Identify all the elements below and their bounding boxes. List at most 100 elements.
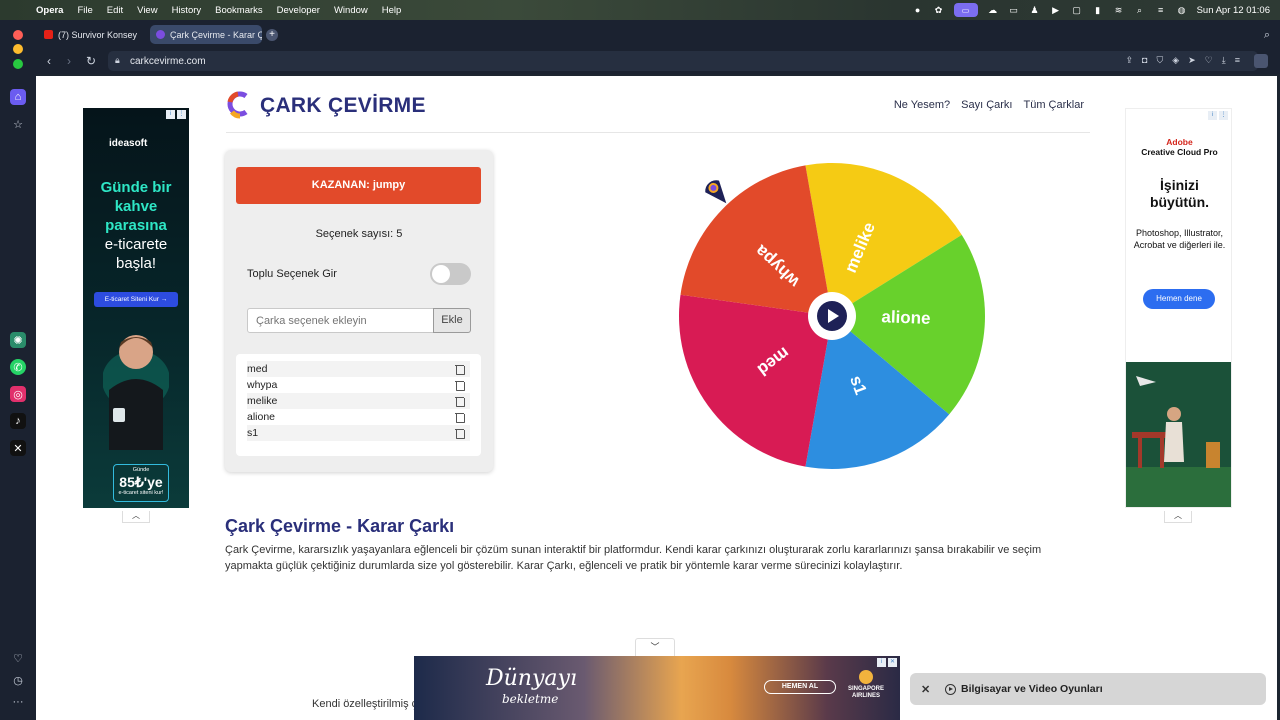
ad-info-icon[interactable]: i	[166, 110, 175, 119]
ad-info-icon[interactable]: i	[1208, 111, 1217, 120]
trash-icon[interactable]	[455, 380, 465, 391]
option-count: Seçenek sayısı: 5	[315, 228, 403, 240]
ad-close-icon[interactable]: ⋮	[177, 110, 186, 119]
trash-icon[interactable]	[455, 428, 465, 439]
menu-bookmarks[interactable]: Bookmarks	[215, 5, 263, 16]
bulk-entry-toggle[interactable]	[430, 263, 471, 285]
menu-window[interactable]: Window	[334, 5, 368, 16]
adobe-brand-line: Creative Cloud Pro	[1141, 147, 1218, 157]
bottom-ad-collapse-button[interactable]: ﹀	[635, 638, 675, 656]
bookmark-heart-icon[interactable]: ♡	[1205, 55, 1213, 66]
left-ad-collapse-button[interactable]: ︿	[122, 511, 150, 523]
forward-button[interactable]: ›	[62, 54, 76, 68]
menu-app-name[interactable]: Opera	[36, 5, 63, 16]
status-circle-icon[interactable]: ●	[912, 5, 924, 15]
bottom-ad-singapore[interactable]: i ✕ Dünyayı bekletme HEMEN AL SINGAPORE A…	[414, 656, 900, 720]
menu-edit[interactable]: Edit	[107, 5, 123, 16]
x-twitter-icon[interactable]: ✕	[10, 440, 26, 456]
control-center-icon[interactable]: ≡	[1155, 5, 1167, 15]
toast-label: Bilgisayar ve Video Oyunları	[961, 683, 1103, 695]
wheel-control-panel: KAZANAN: jumpy Seçenek sayısı: 5 Toplu S…	[225, 150, 493, 472]
search-icon[interactable]: ⌕	[1134, 5, 1146, 15]
wifi-icon[interactable]: ≋	[1113, 5, 1125, 15]
download-icon[interactable]: ⤓	[1222, 55, 1226, 66]
site-title[interactable]: ÇARK ÇEVİRME	[260, 94, 426, 118]
nav-ne-yesem[interactable]: Ne Yesem?	[894, 99, 950, 111]
menu-help[interactable]: Help	[382, 5, 402, 16]
menu-file[interactable]: File	[77, 5, 92, 16]
screen-mirror-icon[interactable]: ▭	[953, 3, 978, 17]
ad-close-icon[interactable]: ⋮	[1219, 111, 1228, 120]
site-logo-icon[interactable]	[226, 90, 250, 120]
adobe-apps-text: Photoshop, Illustrator, Acrobat ve diğer…	[1133, 228, 1226, 250]
tab-cark-cevirme[interactable]: Çark Çevirme - Karar Çarkı	[150, 25, 262, 44]
chatgpt-icon[interactable]: ✺	[10, 332, 26, 348]
ad-choices[interactable]: i ⋮	[166, 110, 186, 119]
adobe-photo-image	[1126, 362, 1231, 507]
reload-icon[interactable]: ↻	[84, 54, 98, 68]
window-minimize-button[interactable]	[13, 44, 23, 54]
screen-icon[interactable]: ▢	[1071, 5, 1083, 15]
send-icon[interactable]: ➤	[1188, 55, 1196, 66]
trash-icon[interactable]	[455, 364, 465, 375]
left-ad-ideasoft[interactable]: i ⋮ ideasoft Günde bir kahve parasına e-t…	[83, 108, 189, 508]
ad-person-image	[103, 335, 169, 450]
siri-icon[interactable]: ◍	[1176, 5, 1188, 15]
ad-close-icon[interactable]: ✕	[888, 658, 897, 667]
adobe-cta-button[interactable]: Hemen dene	[1143, 289, 1215, 309]
share-icon[interactable]: ⇪	[1125, 55, 1133, 66]
ad-choices[interactable]: i ✕	[877, 658, 897, 667]
tiktok-icon[interactable]: ♪	[10, 413, 26, 429]
camera-icon[interactable]: ◘	[1142, 55, 1147, 66]
home-icon[interactable]: ⌂	[10, 89, 26, 105]
right-ad-adobe[interactable]: i ⋮ Adobe Creative Cloud Pro İşinizi büyü…	[1125, 108, 1232, 508]
menu-view[interactable]: View	[137, 5, 157, 16]
more-icon[interactable]: ···	[10, 694, 26, 710]
tab-survivor[interactable]: (7) Survivor Konsey	[38, 25, 146, 44]
menu-history[interactable]: History	[172, 5, 202, 16]
ad-offer-price: 85₺'ye	[119, 474, 163, 490]
ad-info-icon[interactable]: i	[877, 658, 886, 667]
web-page: i ⋮ ideasoft Günde bir kahve parasına e-t…	[36, 76, 1277, 720]
menu-developer[interactable]: Developer	[277, 5, 320, 16]
whatsapp-icon[interactable]: ✆	[10, 359, 26, 375]
games-toast[interactable]: ✕ Bilgisayar ve Video Oyunları	[910, 673, 1266, 705]
close-icon[interactable]: ✕	[921, 683, 933, 696]
star-icon[interactable]: ☆	[10, 116, 26, 132]
bottom-ad-cta[interactable]: HEMEN AL	[764, 680, 836, 694]
trash-icon[interactable]	[455, 412, 465, 423]
status-flower-icon[interactable]: ✿	[933, 5, 945, 15]
tab-search-icon[interactable]: ⌕	[1264, 29, 1270, 42]
heart-icon[interactable]: ♡	[10, 650, 26, 666]
nav-sayi-carki[interactable]: Sayı Çarkı	[961, 99, 1012, 111]
play-status-icon[interactable]: ▶	[1050, 5, 1062, 15]
nav-tum-carklar[interactable]: Tüm Çarklar	[1023, 99, 1084, 111]
instagram-icon[interactable]: ◎	[10, 386, 26, 402]
profile-avatar[interactable]	[1254, 54, 1268, 68]
user-icon[interactable]: ♟	[1029, 5, 1041, 15]
tracker-icon[interactable]: ◈	[1172, 55, 1179, 66]
macos-menubar: Opera File Edit View History Bookmarks D…	[0, 0, 1280, 20]
decision-wheel[interactable]: melikealiones1medwhypa	[676, 161, 990, 471]
cark-favicon-icon	[156, 30, 165, 39]
url-field[interactable]: 🔒︎ carkcevirme.com	[108, 51, 1258, 71]
back-button[interactable]: ‹	[42, 54, 56, 68]
menubar-clock[interactable]: Sun Apr 12 01:06	[1197, 5, 1270, 16]
trash-icon[interactable]	[455, 396, 465, 407]
ad-cta-button[interactable]: E-ticaret Siteni Kur →	[94, 292, 178, 307]
shield-icon[interactable]: ⛉	[1156, 55, 1163, 66]
display-icon[interactable]: ▭	[1008, 5, 1020, 15]
window-zoom-button[interactable]	[13, 59, 23, 69]
battery-icon[interactable]: ▮	[1092, 5, 1104, 15]
ad-choices[interactable]: i ⋮	[1208, 111, 1228, 120]
right-ad-collapse-button[interactable]: ︿	[1164, 511, 1192, 523]
history-clock-icon[interactable]: ◷	[10, 672, 26, 688]
add-option-button[interactable]: Ekle	[433, 308, 471, 333]
new-tab-button[interactable]: +	[266, 29, 278, 41]
toggle-knob	[432, 265, 450, 283]
option-input[interactable]	[247, 308, 434, 333]
easy-setup-icon[interactable]: ≡	[1235, 55, 1240, 66]
cloud-icon[interactable]: ☁	[987, 5, 999, 15]
ad-brand: ideasoft	[109, 138, 148, 149]
window-close-button[interactable]	[13, 30, 23, 40]
